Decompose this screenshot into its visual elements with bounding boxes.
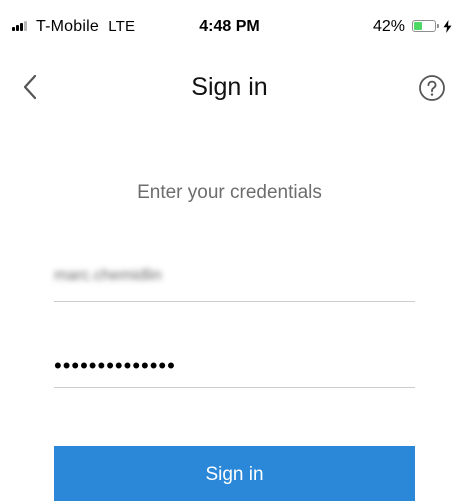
charging-bolt-icon (443, 20, 452, 33)
sign-in-button[interactable]: Sign in (54, 446, 415, 501)
page-title: Sign in (191, 73, 268, 101)
battery-percent: 42% (372, 18, 405, 35)
battery-icon (412, 20, 436, 32)
sign-in-screen: T-Mobile LTE 4:48 PM 42% Sign in Enter y… (0, 0, 459, 501)
credentials-prompt: Enter your credentials (137, 182, 322, 203)
status-bar: T-Mobile LTE 4:48 PM 42% (0, 0, 459, 40)
battery-fill (414, 22, 422, 30)
help-icon[interactable] (418, 74, 446, 102)
password-field[interactable] (54, 344, 415, 388)
username-field[interactable] (54, 258, 415, 302)
battery-tip (437, 24, 439, 28)
